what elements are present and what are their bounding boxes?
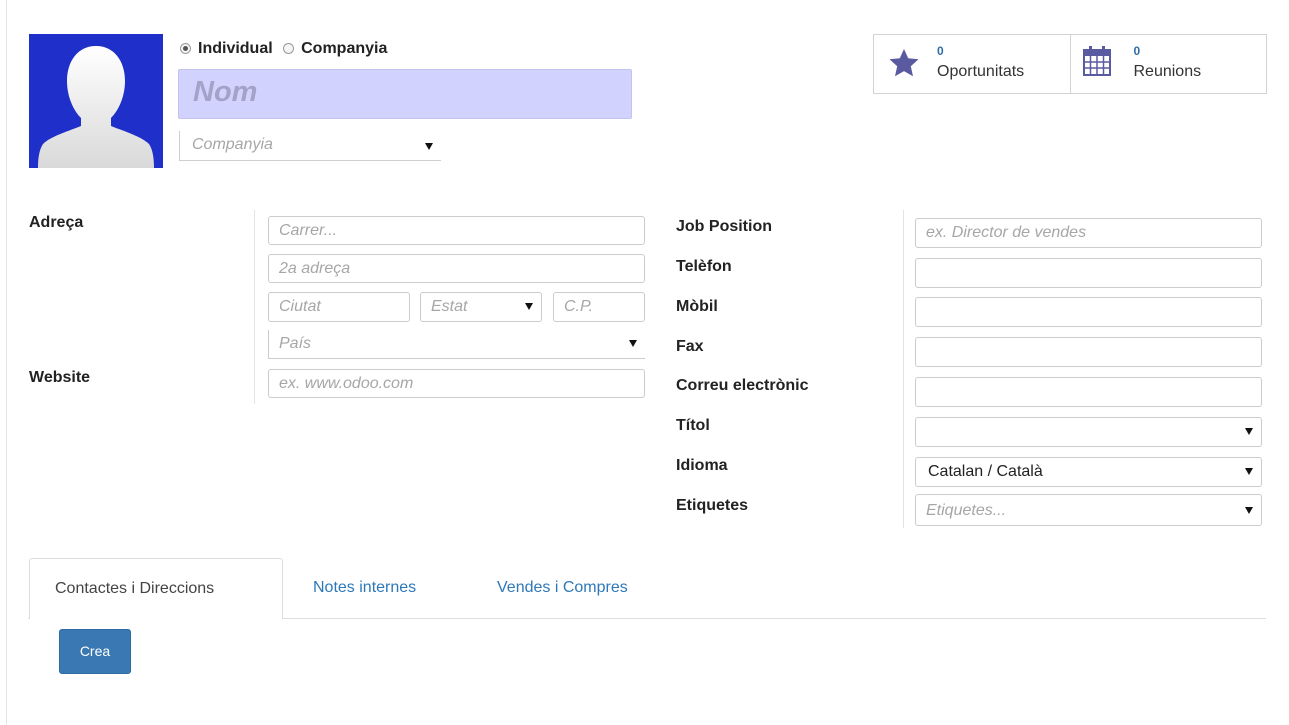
name-placeholder: Nom	[193, 76, 258, 108]
chevron-down-icon	[1245, 428, 1253, 435]
fax-label: Fax	[676, 338, 704, 355]
radio-company-label: Companyia	[301, 40, 388, 57]
language-label: Idioma	[676, 457, 728, 474]
tags-placeholder: Etiquetes...	[926, 502, 1007, 519]
tags-label: Etiquetes	[676, 497, 749, 514]
zip-input[interactable]: C.P.	[553, 292, 645, 322]
job-position-input[interactable]: ex. Director de vendes	[915, 218, 1262, 248]
phone-label: Telèfon	[676, 258, 732, 275]
partner-type-radios: Individual Companyia	[180, 40, 393, 58]
name-input[interactable]: Nom	[178, 69, 632, 119]
opportunities-label: Oportunitats	[937, 63, 1025, 80]
chevron-down-icon	[629, 340, 637, 347]
job-position-label: Job Position	[676, 218, 772, 235]
title-label: Títol	[676, 417, 710, 434]
create-button[interactable]: Crea	[59, 629, 131, 674]
country-select[interactable]: País	[268, 330, 645, 359]
email-input[interactable]	[915, 377, 1262, 407]
chevron-down-icon	[525, 303, 533, 310]
meetings-button[interactable]: 0 Reunions	[1069, 35, 1267, 93]
meetings-label: Reunions	[1133, 63, 1202, 80]
street-input[interactable]: Carrer...	[268, 216, 645, 245]
left-group-divider	[254, 210, 255, 404]
website-placeholder: ex. www.odoo.com	[279, 375, 414, 392]
opportunities-count: 0	[937, 44, 944, 58]
website-label: Website	[29, 369, 91, 386]
language-select[interactable]: Catalan / Català	[915, 457, 1262, 487]
website-input[interactable]: ex. www.odoo.com	[268, 369, 645, 398]
chevron-down-icon	[1245, 468, 1253, 475]
meetings-count: 0	[1133, 44, 1141, 58]
street2-placeholder: 2a adreça	[279, 260, 351, 277]
tab-contacts-addresses[interactable]: Contactes i Direccions	[29, 558, 283, 619]
state-placeholder: Estat	[431, 298, 468, 315]
chevron-down-icon	[1245, 507, 1253, 514]
tab-internal-notes[interactable]: Notes internes	[313, 579, 416, 597]
email-label: Correu electrònic	[676, 377, 809, 394]
smart-buttons: 0 Oportunitats 0 Reunions	[873, 34, 1267, 94]
city-input[interactable]: Ciutat	[268, 292, 410, 322]
city-placeholder: Ciutat	[279, 298, 321, 315]
person-placeholder-icon	[38, 46, 154, 168]
tab-contacts-addresses-label: Contactes i Direccions	[55, 580, 215, 597]
state-select[interactable]: Estat	[420, 292, 542, 322]
country-placeholder: País	[279, 335, 312, 352]
opportunities-button[interactable]: 0 Oportunitats	[874, 35, 1070, 93]
fax-input[interactable]	[915, 337, 1262, 367]
chevron-down-icon	[425, 143, 433, 150]
radio-individual[interactable]	[180, 43, 191, 54]
tab-sales-purchases[interactable]: Vendes i Compres	[497, 579, 628, 597]
right-group-divider	[903, 210, 904, 528]
job-position-placeholder: ex. Director de vendes	[926, 224, 1087, 241]
star-icon	[889, 49, 919, 77]
calendar-icon	[1082, 46, 1111, 76]
tags-select[interactable]: Etiquetes...	[915, 494, 1262, 526]
radio-individual-label: Individual	[198, 40, 273, 57]
address-label: Adreça	[29, 214, 84, 231]
language-value: Catalan / Català	[928, 463, 1043, 480]
street2-input[interactable]: 2a adreça	[268, 254, 645, 283]
title-select[interactable]	[915, 417, 1262, 447]
phone-input[interactable]	[915, 258, 1262, 288]
company-placeholder: Companyia	[192, 136, 273, 153]
radio-company[interactable]	[283, 43, 295, 54]
company-select[interactable]: Companyia	[179, 131, 441, 161]
street-placeholder: Carrer...	[279, 222, 338, 239]
zip-placeholder: C.P.	[564, 298, 594, 315]
mobile-label: Mòbil	[676, 298, 718, 315]
mobile-input[interactable]	[915, 297, 1262, 327]
avatar[interactable]	[29, 34, 163, 168]
left-border	[6, 0, 7, 725]
